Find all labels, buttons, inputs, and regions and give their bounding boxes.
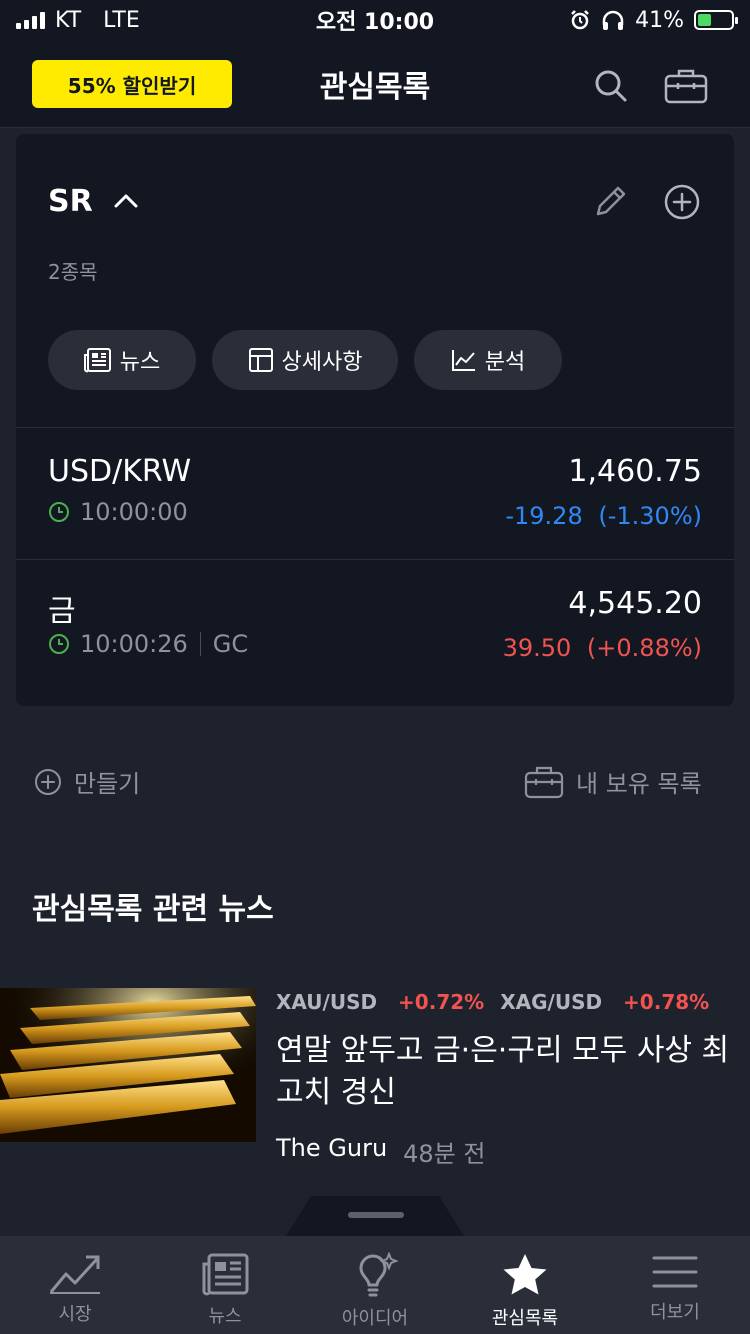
news-meta: The Guru 48분 전 <box>276 1134 485 1169</box>
symbol-time: 10:00:26 GC <box>48 630 248 658</box>
briefcase-icon[interactable] <box>664 64 708 108</box>
news-tag-xag[interactable]: XAG/USD +0.78% <box>500 990 709 1014</box>
price-value: 4,545.20 <box>568 586 702 621</box>
chip-analysis[interactable]: 분석 <box>414 330 562 390</box>
battery-icon <box>694 10 738 30</box>
add-circle-icon[interactable] <box>662 182 702 222</box>
alarm-icon <box>571 10 589 30</box>
battery-label: 41% <box>635 7 684 33</box>
portfolio-button[interactable]: 내 보유 목록 <box>524 764 702 799</box>
tab-watchlist[interactable]: 관심목록 <box>450 1236 600 1334</box>
news-tags: XAU/USD +0.72% XAG/USD +0.78% <box>276 990 709 1014</box>
news-source: The Guru <box>276 1134 388 1162</box>
carrier-label: KT <box>55 7 82 33</box>
add-circle-icon <box>35 768 61 795</box>
chip-news[interactable]: 뉴스 <box>48 330 196 390</box>
tab-label: 아이디어 <box>341 1308 409 1329</box>
change-percent: (+0.88%) <box>586 634 702 662</box>
lightbulb-icon <box>359 1252 399 1297</box>
pencil-icon[interactable] <box>590 182 630 222</box>
tab-label: 관심목록 <box>491 1308 559 1329</box>
market-chart-icon <box>49 1255 100 1294</box>
watchlist-card: SR 2종목 뉴스 상세사항 분석 USD/KRW 10:00:00 1,460… <box>16 134 734 706</box>
time-label: 10:00:26 <box>80 630 188 658</box>
symbol-name: USD/KRW <box>48 454 192 489</box>
chip-details[interactable]: 상세사항 <box>212 330 398 390</box>
table-icon <box>248 348 273 372</box>
news-tag-xau[interactable]: XAU/USD +0.72% <box>276 990 484 1014</box>
create-label: 만들기 <box>74 770 141 798</box>
drawer-handle[interactable] <box>348 1212 404 1218</box>
watchlist-name[interactable]: SR <box>48 184 93 219</box>
clock-icon <box>49 502 69 522</box>
star-icon <box>503 1254 547 1295</box>
price-value: 1,460.75 <box>568 454 702 489</box>
price-change: 39.50 (+0.88%) <box>503 634 702 662</box>
tag-change: +0.78% <box>623 990 710 1014</box>
change-value: -19.28 <box>505 502 583 530</box>
status-right: 41% <box>569 7 738 33</box>
tab-news[interactable]: 뉴스 <box>150 1236 300 1334</box>
news-time: 48분 전 <box>403 1140 486 1168</box>
symbol-name: 금 <box>48 594 76 629</box>
time-label: 10:00:00 <box>80 498 188 526</box>
tab-label: 더보기 <box>650 1302 700 1323</box>
battery-fill <box>698 14 712 26</box>
price-change: -19.28 (-1.30%) <box>505 502 702 530</box>
chevron-up-icon[interactable] <box>112 188 140 216</box>
news-thumbnail[interactable] <box>0 988 256 1142</box>
tag-name: XAG/USD <box>500 990 603 1014</box>
news-section-heading: 관심목록 관련 뉴스 <box>32 892 274 927</box>
divider <box>16 427 734 428</box>
page-title: 관심목록 <box>319 70 431 105</box>
chip-label: 상세사항 <box>281 350 363 375</box>
change-value: 39.50 <box>502 634 572 662</box>
tag-change: +0.72% <box>398 990 485 1014</box>
watchlist-count: 2종목 <box>48 260 98 284</box>
gold-bars-image <box>0 988 256 1142</box>
chart-icon <box>451 350 475 371</box>
exchange-label: GC <box>212 630 249 658</box>
briefcase-icon <box>524 766 564 798</box>
symbol-time: 10:00:00 <box>48 498 188 526</box>
menu-icon <box>652 1256 698 1288</box>
tab-more[interactable]: 더보기 <box>600 1236 750 1334</box>
search-icon[interactable] <box>589 64 633 108</box>
divider <box>16 559 734 560</box>
tab-label: 시장 <box>58 1304 92 1325</box>
status-bar: KT LTE 오전 10:00 41% <box>0 0 750 40</box>
chip-label: 뉴스 <box>119 350 161 375</box>
change-percent: (-1.30%) <box>598 502 702 530</box>
tag-name: XAU/USD <box>276 990 378 1014</box>
newspaper-icon <box>202 1253 249 1296</box>
network-label: LTE <box>103 7 140 33</box>
headphones-icon <box>602 10 624 30</box>
tab-label: 뉴스 <box>208 1306 242 1327</box>
separator <box>199 632 201 656</box>
create-watchlist-button[interactable]: 만들기 <box>34 764 140 799</box>
tab-ideas[interactable]: 아이디어 <box>300 1236 450 1334</box>
bottom-tab-bar: 시장 뉴스 아이디어 관심목록 더보기 <box>0 1236 750 1334</box>
chip-label: 분석 <box>484 350 526 375</box>
clock-icon <box>49 634 69 654</box>
portfolio-label: 내 보유 목록 <box>576 770 702 798</box>
signal-icon <box>16 11 45 29</box>
app-header: 55% 할인받기 관심목록 <box>0 40 750 128</box>
newspaper-icon <box>83 348 111 373</box>
news-title[interactable]: 연말 앞두고 금·은·구리 모두 사상 최고치 경신 <box>276 1030 736 1114</box>
tab-market[interactable]: 시장 <box>0 1236 150 1334</box>
status-left: KT LTE <box>16 8 140 33</box>
